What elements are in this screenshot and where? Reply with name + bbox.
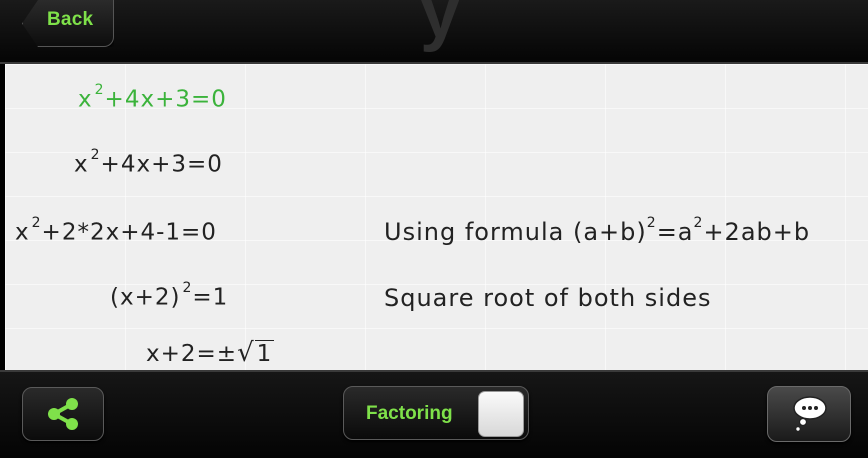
hint-button[interactable] <box>767 386 851 442</box>
bottom-toolbar: Factoring <box>0 370 868 458</box>
toggle-knob[interactable] <box>478 391 524 437</box>
solution-steps: x 2+4x+3=0 x 2+4x+3=0 x 2+2*2x+4-1=0 Using … <box>5 64 868 370</box>
step-equation-5: x+2=±√1 <box>146 338 275 368</box>
factoring-toggle[interactable]: Factoring <box>343 386 529 440</box>
back-button[interactable]: Back <box>22 0 114 47</box>
step-note-3: Using formula (a+b)2=a2+2ab+b <box>384 215 811 246</box>
app-logo: y <box>419 0 461 53</box>
step-equation-4: (x+2) 2=1 <box>110 280 229 311</box>
top-bar: y Back <box>0 0 868 64</box>
sqrt-symbol: √ <box>237 338 255 368</box>
step-note-4: Square root of both sides <box>384 284 712 312</box>
share-button[interactable] <box>22 387 104 441</box>
step-original-equation: x 2+4x+3=0 <box>78 82 227 113</box>
step-equation-3: x 2+2*2x+4-1=0 <box>15 215 217 246</box>
share-icon <box>48 398 78 430</box>
factoring-toggle-label: Factoring <box>366 403 453 424</box>
back-button-label: Back <box>47 9 94 30</box>
thought-bubble-icon <box>793 396 827 432</box>
step-equation-2: x 2+4x+3=0 <box>74 147 223 178</box>
